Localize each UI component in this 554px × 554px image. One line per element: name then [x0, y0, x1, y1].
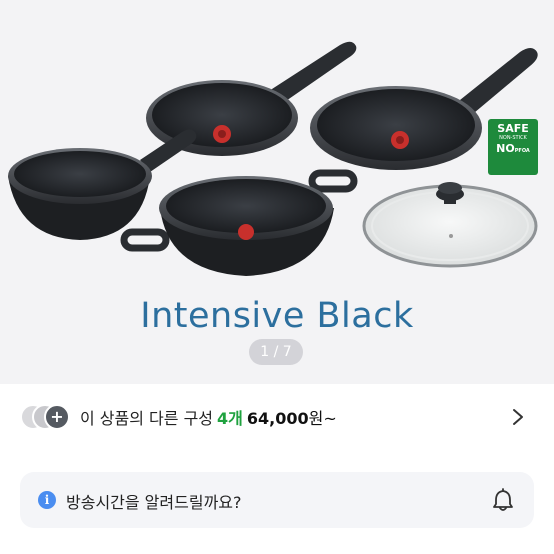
variant-thumbnails: + [20, 404, 76, 430]
bell-icon[interactable] [492, 488, 514, 512]
image-pager: 1 / 7 [249, 339, 303, 365]
chevron-right-icon[interactable] [512, 408, 524, 426]
starting-price: 64,000 [246, 409, 309, 428]
glass-lid [362, 182, 538, 268]
broadcast-notify-banner[interactable]: i 방송시간을 알려드릴까요? [20, 472, 534, 528]
other-configurations-label: 이 상품의 다른 구성 [80, 409, 214, 428]
plus-icon: + [44, 404, 70, 430]
price-suffix: 원~ [308, 409, 337, 428]
cookware-set-image [8, 41, 538, 276]
configuration-count: 4개 [217, 409, 243, 428]
broadcast-notify-label: 방송시간을 알려드릴까요? [66, 493, 242, 512]
wok-two-handles [120, 169, 358, 276]
safe-non-stick-badge: SAFE NON-STICK NOPFOA [488, 119, 538, 175]
next-section-peek [20, 548, 220, 554]
other-configurations-text: 이 상품의 다른 구성 4개 64,000원~ [80, 405, 337, 429]
product-image-carousel[interactable]: SAFE NON-STICK NOPFOA Intensive Black 1 … [0, 0, 554, 384]
product-line-title: Intensive Black [140, 296, 414, 336]
info-icon: i [38, 491, 56, 509]
other-configurations-row[interactable]: + 이 상품의 다른 구성 4개 64,000원~ [0, 396, 554, 440]
